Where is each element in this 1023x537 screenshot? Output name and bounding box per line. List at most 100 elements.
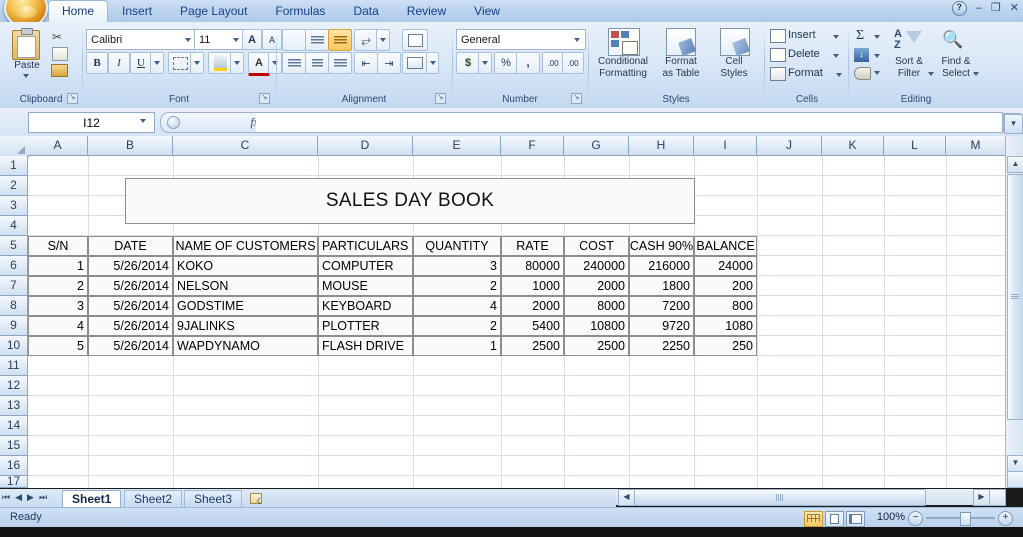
- eraser-icon[interactable]: [854, 67, 871, 80]
- table-cell-cost[interactable]: 2000: [564, 276, 629, 296]
- row-header-8[interactable]: 8: [0, 296, 28, 316]
- grow-font-button[interactable]: A: [242, 29, 262, 50]
- font-color-icon[interactable]: A: [248, 52, 270, 76]
- sheet-tab-sheet1[interactable]: Sheet1: [62, 490, 122, 508]
- row-header-7[interactable]: 7: [0, 276, 28, 296]
- scroll-down-button[interactable]: ▼: [1007, 455, 1023, 472]
- column-header-k[interactable]: K: [822, 136, 884, 156]
- clipboard-dialog-launcher[interactable]: ↘: [67, 93, 78, 104]
- sort-filter-label-line2[interactable]: Filter: [886, 68, 932, 79]
- tab-insert[interactable]: Insert: [108, 0, 166, 22]
- first-sheet-button[interactable]: ⏮: [2, 492, 10, 503]
- row-header-11[interactable]: 11: [0, 356, 28, 376]
- row-header-2[interactable]: 2: [0, 176, 28, 196]
- table-cell-cost[interactable]: 10800: [564, 316, 629, 336]
- sheet-tab-sheet3[interactable]: Sheet3: [184, 490, 243, 508]
- row-header-6[interactable]: 6: [0, 256, 28, 276]
- insert-sheet-icon[interactable]: ☇: [250, 492, 264, 506]
- table-cell-date[interactable]: 5/26/2014: [88, 276, 173, 296]
- cell-styles-label-line2[interactable]: Styles: [712, 68, 756, 79]
- column-header-a[interactable]: A: [28, 136, 88, 156]
- paste-label[interactable]: Paste: [5, 60, 49, 71]
- horizontal-scrollbar[interactable]: ◀ ▶: [616, 489, 1006, 506]
- comma-format-button[interactable]: ,: [516, 52, 540, 74]
- table-cell-cash90[interactable]: 216000: [629, 256, 694, 276]
- column-header-m[interactable]: M: [946, 136, 1006, 156]
- row-header-14[interactable]: 14: [0, 416, 28, 436]
- sort-filter-label-line1[interactable]: Sort &: [886, 56, 932, 67]
- fill-color-dropdown-icon[interactable]: [230, 52, 244, 74]
- column-header-d[interactable]: D: [318, 136, 413, 156]
- table-cell-rate[interactable]: 5400: [501, 316, 564, 336]
- page-layout-view-icon[interactable]: [825, 511, 844, 527]
- table-cell-cost[interactable]: 2500: [564, 336, 629, 356]
- table-cell-quantity[interactable]: 4: [413, 296, 501, 316]
- header-cell-cost[interactable]: COST: [564, 236, 629, 256]
- merge-center-icon[interactable]: [402, 52, 428, 74]
- scroll-up-button[interactable]: ▲: [1007, 156, 1023, 173]
- table-cell-balance[interactable]: 1080: [694, 316, 757, 336]
- row-header-16[interactable]: 16: [0, 456, 28, 476]
- row-header-9[interactable]: 9: [0, 316, 28, 336]
- cell-styles-icon[interactable]: [720, 28, 750, 56]
- select-all-corner[interactable]: [0, 136, 29, 157]
- format-label[interactable]: Format: [788, 67, 823, 79]
- row-header-17[interactable]: 17: [0, 475, 28, 488]
- percent-format-button[interactable]: %: [494, 52, 518, 74]
- align-left-icon[interactable]: [282, 52, 306, 74]
- fill-dropdown-icon[interactable]: [874, 54, 880, 58]
- font-size-select[interactable]: 11: [194, 29, 244, 50]
- paste-icon[interactable]: [12, 28, 40, 60]
- wrap-text-icon[interactable]: [402, 29, 428, 51]
- find-select-icon[interactable]: 🔍: [942, 30, 963, 50]
- paste-dropdown-icon[interactable]: [23, 74, 29, 78]
- delete-label[interactable]: Delete: [788, 48, 820, 60]
- table-cell-rate[interactable]: 2000: [501, 296, 564, 316]
- horizontal-split-box[interactable]: [989, 489, 1006, 506]
- column-header-h[interactable]: H: [629, 136, 694, 156]
- format-cells-icon[interactable]: [770, 67, 786, 81]
- vertical-scroll-thumb[interactable]: [1007, 174, 1023, 420]
- find-select-label-line1[interactable]: Find &: [934, 56, 978, 67]
- align-middle-icon[interactable]: [305, 29, 329, 51]
- sort-filter-icon[interactable]: A Z: [892, 28, 922, 54]
- prev-sheet-button[interactable]: ◀: [15, 492, 22, 503]
- orientation-icon[interactable]: ⥂: [354, 29, 378, 51]
- sheet-tab-sheet2[interactable]: Sheet2: [124, 490, 183, 508]
- table-cell-customer[interactable]: KOKO: [173, 256, 318, 276]
- autosum-icon[interactable]: Σ: [856, 28, 864, 44]
- header-cell-customers[interactable]: NAME OF CUSTOMERS: [173, 236, 318, 256]
- zoom-slider[interactable]: − +: [908, 511, 1013, 526]
- tab-page-layout[interactable]: Page Layout: [166, 0, 261, 22]
- format-dropdown-icon[interactable]: [836, 73, 842, 77]
- row-header-4[interactable]: 4: [0, 216, 28, 236]
- zoom-level[interactable]: 100%: [877, 511, 905, 523]
- clear-dropdown-icon[interactable]: [874, 71, 880, 75]
- tab-formulas[interactable]: Formulas: [261, 0, 339, 22]
- align-right-icon[interactable]: [328, 52, 352, 74]
- bold-button[interactable]: B: [86, 52, 108, 74]
- tab-view[interactable]: View: [460, 0, 514, 22]
- borders-dropdown-icon[interactable]: [190, 52, 204, 74]
- zoom-in-button[interactable]: +: [998, 511, 1013, 526]
- table-cell-date[interactable]: 5/26/2014: [88, 316, 173, 336]
- fill-down-icon[interactable]: ↓: [854, 48, 869, 62]
- table-cell-cash90[interactable]: 2250: [629, 336, 694, 356]
- row-header-13[interactable]: 13: [0, 396, 28, 416]
- restore-button[interactable]: ❐: [991, 3, 1001, 14]
- font-family-select[interactable]: Calibri: [86, 29, 196, 50]
- name-box[interactable]: I12: [28, 112, 155, 133]
- tab-review[interactable]: Review: [393, 0, 460, 22]
- scissors-icon[interactable]: ✂: [52, 30, 62, 44]
- table-cell-customer[interactable]: NELSON: [173, 276, 318, 296]
- table-cell-quantity[interactable]: 2: [413, 316, 501, 336]
- find-select-label-line2[interactable]: Select: [934, 68, 978, 79]
- align-top-icon[interactable]: [282, 29, 306, 51]
- row-header-12[interactable]: 12: [0, 376, 28, 396]
- number-dialog-launcher[interactable]: ↘: [571, 93, 582, 104]
- delete-dropdown-icon[interactable]: [833, 54, 839, 58]
- row-header-10[interactable]: 10: [0, 336, 28, 356]
- borders-icon[interactable]: [168, 52, 192, 74]
- table-cell-cash90[interactable]: 7200: [629, 296, 694, 316]
- select-all-chevron-icon[interactable]: ▾: [1004, 114, 1023, 134]
